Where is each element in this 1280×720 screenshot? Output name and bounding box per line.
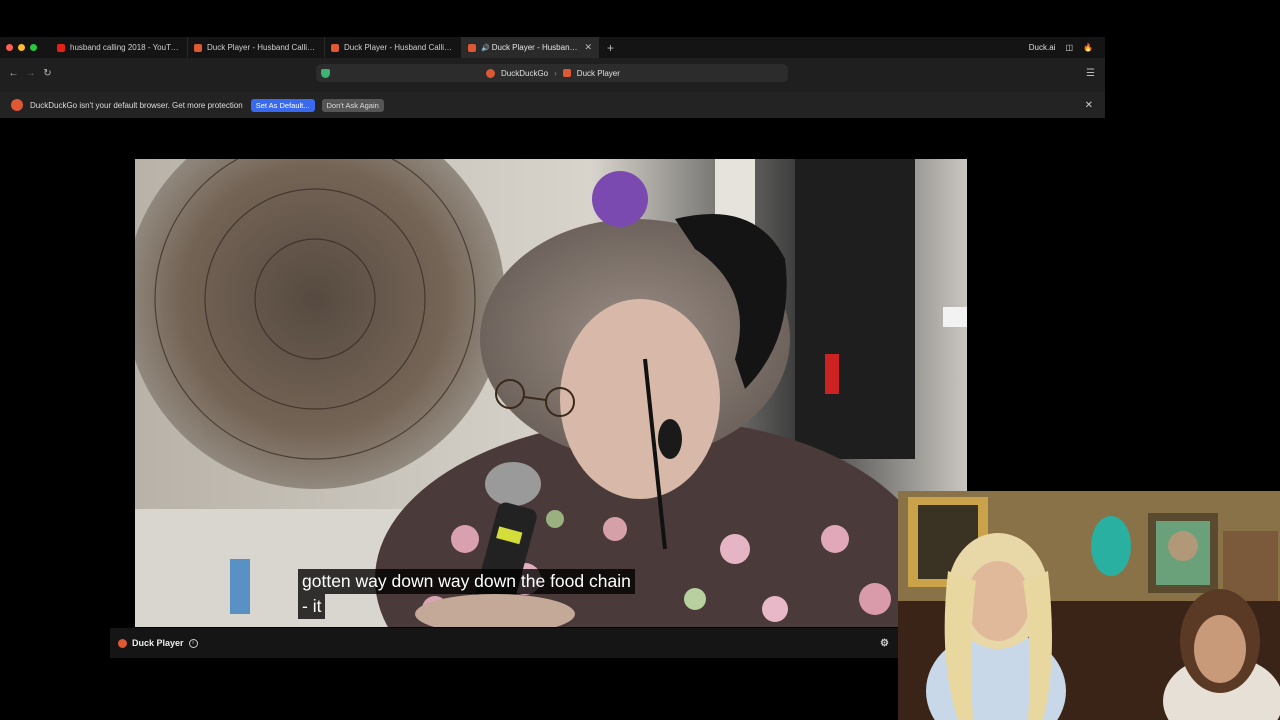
duckduckgo-icon xyxy=(331,43,339,52)
menu-icon[interactable]: ☰ xyxy=(1086,68,1095,79)
info-icon[interactable]: i xyxy=(188,638,198,648)
toolbar: ← → ↻ DuckDuckGo › Duck Player ☰ xyxy=(0,59,1105,87)
tab-title: Duck Player - Husband Calling 2018 xyxy=(207,43,318,52)
reload-icon[interactable]: ↻ xyxy=(39,68,56,79)
window-controls xyxy=(6,44,37,51)
duck-player-icon xyxy=(562,69,571,77)
duck-player-label: Duck Player xyxy=(132,638,184,648)
duck-player-bar: Duck Player i ⚙ xyxy=(110,628,898,658)
forward-icon[interactable]: → xyxy=(22,68,39,79)
close-window-button[interactable] xyxy=(6,44,13,51)
breadcrumb-duck-player: Duck Player xyxy=(576,68,620,78)
settings-icon[interactable]: ⚙ xyxy=(880,638,889,649)
tab-title: husband calling 2018 - YouTube xyxy=(70,43,181,52)
minimize-window-button[interactable] xyxy=(18,44,25,51)
subtitle-line-1: gotten way down way down the food chain xyxy=(298,569,635,594)
duckduckgo-icon xyxy=(194,43,202,52)
tab-youtube[interactable]: husband calling 2018 - YouTube xyxy=(51,37,188,58)
dont-ask-again-button[interactable]: Don't Ask Again xyxy=(321,98,384,112)
duckduckgo-icon xyxy=(468,43,476,52)
duckduckgo-icon xyxy=(118,638,127,648)
duckduckgo-logo-icon xyxy=(11,99,23,111)
tab-bar: husband calling 2018 - YouTube Duck Play… xyxy=(0,37,1105,58)
breadcrumb-separator: › xyxy=(554,68,557,78)
subtitle-line-2: - it xyxy=(298,594,326,619)
webcam-overlay xyxy=(898,491,1280,720)
close-banner-icon[interactable]: ✕ xyxy=(1085,100,1093,111)
fire-icon[interactable]: 🔥 xyxy=(1083,43,1093,52)
shield-icon[interactable] xyxy=(321,68,330,78)
browser-window: husband calling 2018 - YouTube Duck Play… xyxy=(0,37,1105,118)
video-still xyxy=(135,159,967,627)
duckduckgo-icon xyxy=(486,68,495,78)
set-as-default-button[interactable]: Set As Default... xyxy=(250,98,315,112)
tab-duck-player-1[interactable]: Duck Player - Husband Calling 2018 xyxy=(188,37,325,58)
tab-title: Duck Player - Husband Calling 2018 xyxy=(344,43,455,52)
default-browser-banner: DuckDuckGo isn't your default browser. G… xyxy=(0,92,1105,118)
close-tab-icon[interactable]: ✕ xyxy=(584,42,592,53)
new-tab-button[interactable]: + xyxy=(607,41,614,55)
banner-message: DuckDuckGo isn't your default browser. G… xyxy=(30,100,243,110)
tab-title: Duck Player - Husband Calling xyxy=(491,43,581,52)
video-frame[interactable] xyxy=(135,159,967,627)
duck-ai-button[interactable]: Duck.ai xyxy=(1029,43,1056,52)
webcam-image xyxy=(898,491,1280,720)
subtitles: gotten way down way down the food chain … xyxy=(298,569,635,619)
back-icon[interactable]: ← xyxy=(5,68,22,79)
sidebar-icon[interactable]: ◫ xyxy=(1065,43,1073,52)
breadcrumb-duckduckgo: DuckDuckGo xyxy=(501,68,549,78)
tab-duck-player-active[interactable]: 🔊 Duck Player - Husband Calling ✕ xyxy=(462,37,599,58)
audio-icon[interactable]: 🔊 xyxy=(481,44,490,52)
zoom-window-button[interactable] xyxy=(30,44,37,51)
tab-duck-player-2[interactable]: Duck Player - Husband Calling 2018 xyxy=(325,37,462,58)
youtube-icon xyxy=(57,43,65,52)
address-bar[interactable]: DuckDuckGo › Duck Player xyxy=(316,64,788,82)
